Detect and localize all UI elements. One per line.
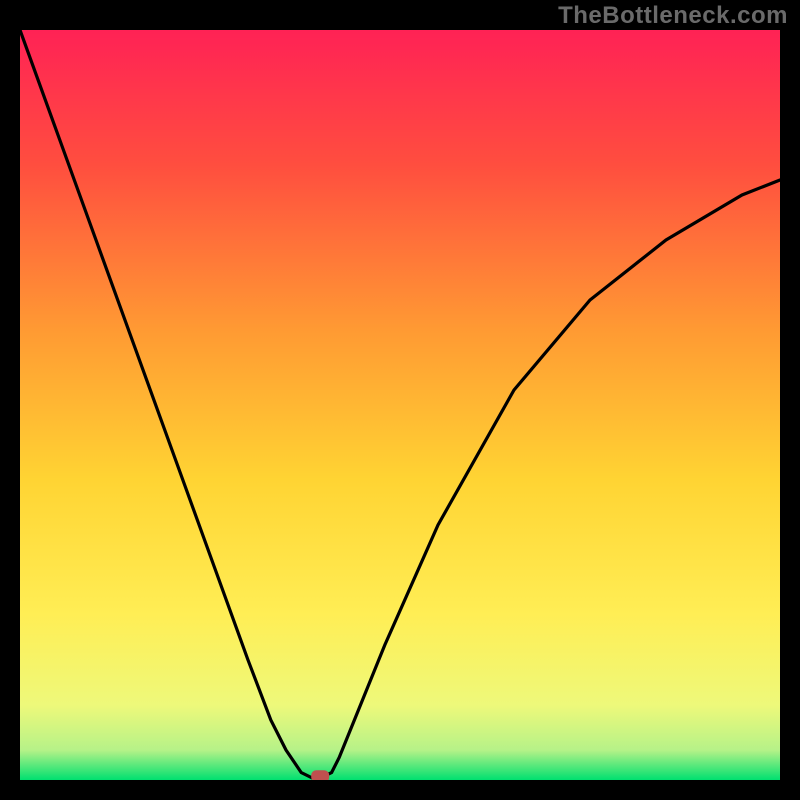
watermark-text: TheBottleneck.com bbox=[558, 2, 788, 30]
plot-area bbox=[20, 30, 780, 780]
chart-svg bbox=[20, 30, 780, 780]
gradient-background bbox=[20, 30, 780, 780]
optimal-point-marker bbox=[311, 770, 329, 780]
chart-frame: TheBottleneck.com bbox=[0, 0, 800, 800]
